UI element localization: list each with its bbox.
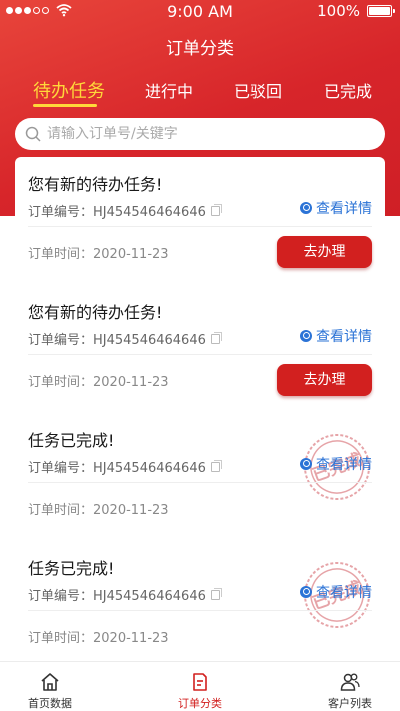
- order-time: 订单时间：2020-11-23: [28, 631, 169, 646]
- view-detail-link[interactable]: 查看详情: [300, 198, 372, 218]
- tab-bar: 待办任务 进行中 已驳回 已完成: [0, 78, 400, 110]
- order-number: 订单编号：HJ454546464646: [28, 329, 222, 348]
- order-title: 任务已完成!: [28, 431, 115, 450]
- users-icon: [340, 673, 360, 691]
- search-icon: [25, 126, 41, 142]
- bottom-navigation: 首页数据 订单分类 客户列表: [0, 661, 400, 711]
- order-number: 订单编号：HJ454546464646: [28, 585, 222, 604]
- order-number: 订单编号：HJ454546464646: [28, 201, 222, 220]
- view-detail-link[interactable]: 查看详情: [300, 454, 372, 474]
- tab-rejected[interactable]: 已驳回: [234, 78, 282, 102]
- battery-percentage: 100%: [317, 2, 360, 20]
- process-button[interactable]: 去办理: [277, 236, 372, 268]
- view-detail-link[interactable]: 查看详情: [300, 582, 372, 602]
- battery-icon: [367, 5, 395, 17]
- nav-item-customers[interactable]: 客户列表: [300, 662, 400, 711]
- magnifier-icon: [300, 586, 312, 598]
- order-icon: [193, 673, 207, 691]
- order-card: 任务已完成! 订单编号：HJ454546464646 已完成 查看详情 订单时间…: [15, 413, 385, 541]
- view-detail-label: 查看详情: [316, 329, 372, 345]
- magnifier-icon: [300, 458, 312, 470]
- divider: [28, 226, 372, 227]
- tab-in-progress[interactable]: 进行中: [145, 78, 193, 102]
- nav-item-orders[interactable]: 订单分类: [150, 662, 250, 711]
- order-card: 您有新的待办任务! 订单编号：HJ454546464646 查看详情 订单时间：…: [15, 157, 385, 285]
- order-number: 订单编号：HJ454546464646: [28, 457, 222, 476]
- view-detail-label: 查看详情: [316, 585, 372, 601]
- divider: [28, 482, 372, 483]
- magnifier-icon: [300, 330, 312, 342]
- tab-active-indicator: [33, 104, 97, 107]
- copy-icon[interactable]: [210, 203, 222, 216]
- process-button[interactable]: 去办理: [277, 364, 372, 396]
- page-title: 订单分类: [166, 39, 234, 59]
- order-card: 任务已完成! 订单编号：HJ454546464646 已完成 查看详情 订单时间…: [15, 541, 385, 669]
- order-number-text: 订单编号：HJ454546464646: [28, 205, 206, 220]
- magnifier-icon: [300, 202, 312, 214]
- order-card: 您有新的待办任务! 订单编号：HJ454546464646 查看详情 订单时间：…: [15, 285, 385, 413]
- order-time: 订单时间：2020-11-23: [28, 503, 169, 518]
- copy-icon[interactable]: [210, 331, 222, 344]
- nav-label-home: 首页数据: [28, 697, 72, 710]
- tab-pending[interactable]: 待办任务: [33, 77, 105, 103]
- home-icon: [41, 673, 59, 691]
- nav-label-orders: 订单分类: [178, 697, 222, 710]
- view-detail-label: 查看详情: [316, 457, 372, 473]
- copy-icon[interactable]: [210, 587, 222, 600]
- order-number-text: 订单编号：HJ454546464646: [28, 461, 206, 476]
- divider: [28, 354, 372, 355]
- order-list: 您有新的待办任务! 订单编号：HJ454546464646 查看详情 订单时间：…: [15, 157, 385, 669]
- order-number-text: 订单编号：HJ454546464646: [28, 333, 206, 348]
- tab-completed[interactable]: 已完成: [324, 78, 372, 102]
- view-detail-label: 查看详情: [316, 201, 372, 217]
- status-bar: 9:00 AM 100%: [0, 0, 400, 22]
- order-time: 订单时间：2020-11-23: [28, 375, 169, 390]
- order-title: 您有新的待办任务!: [28, 175, 163, 194]
- search-bar: [15, 118, 385, 150]
- nav-label-customers: 客户列表: [328, 697, 372, 710]
- order-title: 任务已完成!: [28, 559, 115, 578]
- order-time: 订单时间：2020-11-23: [28, 247, 169, 262]
- divider: [28, 610, 372, 611]
- order-number-text: 订单编号：HJ454546464646: [28, 589, 206, 604]
- order-title: 您有新的待办任务!: [28, 303, 163, 322]
- view-detail-link[interactable]: 查看详情: [300, 326, 372, 346]
- copy-icon[interactable]: [210, 459, 222, 472]
- search-input[interactable]: [47, 126, 367, 142]
- nav-item-home[interactable]: 首页数据: [0, 662, 100, 711]
